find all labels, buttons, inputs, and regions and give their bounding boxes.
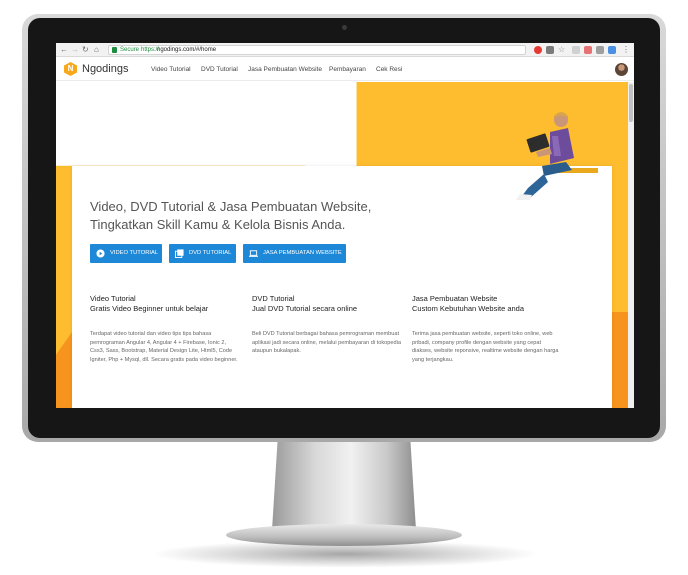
- play-circle-icon: [96, 249, 105, 258]
- feature-body: Terdapat video tutorial dan video tips t…: [90, 331, 238, 363]
- hero-title: Video, DVD Tutorial & Jasa Pembuatan Web…: [90, 198, 450, 234]
- brand-name[interactable]: Ngodings: [82, 63, 128, 76]
- lock-icon: [112, 47, 117, 53]
- hero-title-line1: Video, DVD Tutorial & Jasa Pembuatan Web…: [90, 199, 372, 214]
- nav-jasa-pembuatan-website[interactable]: Jasa Pembuatan Website: [248, 66, 322, 74]
- page-content: Video, DVD Tutorial & Jasa Pembuatan Web…: [56, 82, 634, 408]
- star-icon[interactable]: ☆: [558, 45, 565, 55]
- video-tutorial-button[interactable]: VIDEO TUTORIAL: [90, 244, 162, 263]
- jasa-pembuatan-website-button[interactable]: JASA PEMBUATAN WEBSITE: [243, 244, 346, 263]
- monitor-stand-neck: [272, 438, 416, 530]
- hero-title-line2: Tingkatkan Skill Kamu & Kelola Bisnis An…: [90, 217, 346, 232]
- dvd-tutorial-button-label: DVD TUTORIAL: [189, 250, 232, 256]
- camera-icon: [342, 25, 347, 30]
- extension-blue-icon[interactable]: [608, 46, 616, 54]
- nav-pembayaran[interactable]: Pembayaran: [329, 66, 366, 74]
- logo-letter: N: [67, 64, 74, 73]
- feature-subtitle: Custom Kebutuhan Website anda: [412, 304, 525, 313]
- feature-title: DVD Tutorial: [252, 294, 295, 303]
- forward-icon[interactable]: →: [71, 45, 79, 55]
- video-tutorial-button-label: VIDEO TUTORIAL: [110, 250, 159, 256]
- reload-icon[interactable]: ↻: [82, 45, 89, 55]
- feature-title: Jasa Pembuatan Website: [412, 294, 498, 303]
- extension-gray-icon[interactable]: [596, 46, 604, 54]
- jasa-pembuatan-website-button-label: JASA PEMBUATAN WEBSITE: [263, 250, 342, 256]
- monitor-stand-base: [226, 524, 462, 546]
- dvd-tutorial-button[interactable]: DVD TUTORIAL: [169, 244, 236, 263]
- nav-cek-resi[interactable]: Cek Resi: [376, 66, 402, 74]
- avatar[interactable]: [615, 63, 628, 76]
- scrollbar-thumb[interactable]: [629, 84, 633, 122]
- laptop-icon: [249, 250, 258, 257]
- feature-video-tutorial: Video Tutorial Gratis Video Beginner unt…: [90, 294, 240, 364]
- feature-body: Terima jasa pembuatan website, seperti t…: [412, 331, 559, 363]
- man-with-laptop-illustration: [516, 112, 598, 200]
- feature-title: Video Tutorial: [90, 294, 136, 303]
- site-header: N Ngodings Video Tutorial DVD Tutorial J…: [56, 58, 634, 81]
- feature-body: Beli DVD Tutorial berbagai bahasa pemrog…: [252, 331, 401, 355]
- nav-video-tutorial[interactable]: Video Tutorial: [151, 66, 191, 74]
- address-bar[interactable]: Secure https:// ngodings.com/#/home: [108, 45, 526, 55]
- logo-icon[interactable]: N: [64, 62, 77, 76]
- home-icon[interactable]: ⌂: [94, 45, 99, 55]
- extension-record-icon[interactable]: [534, 46, 542, 54]
- extension-code-icon[interactable]: [572, 46, 580, 54]
- url-text: ngodings.com/#/home: [157, 47, 217, 53]
- menu-kebab-icon[interactable]: ⋮: [622, 45, 630, 55]
- scrollbar[interactable]: [628, 82, 634, 408]
- browser-toolbar: ← → ↻ ⌂ Secure https:// ngodings.com/#/h…: [56, 43, 634, 57]
- feature-subtitle: Jual DVD Tutorial secara online: [252, 304, 358, 313]
- extension-red-icon[interactable]: [584, 46, 592, 54]
- feature-jasa-pembuatan-website: Jasa Pembuatan Website Custom Kebutuhan …: [412, 294, 562, 364]
- nav-dvd-tutorial[interactable]: DVD Tutorial: [201, 66, 238, 74]
- feature-dvd-tutorial: DVD Tutorial Jual DVD Tutorial secara on…: [252, 294, 402, 356]
- extension-doc-icon[interactable]: [546, 46, 554, 54]
- secure-label: Secure: [120, 47, 140, 53]
- library-icon: [175, 249, 184, 258]
- feature-subtitle: Gratis Video Beginner untuk belajar: [90, 304, 209, 313]
- back-icon[interactable]: ←: [60, 45, 68, 55]
- screen: ← → ↻ ⌂ Secure https:// ngodings.com/#/h…: [56, 43, 634, 408]
